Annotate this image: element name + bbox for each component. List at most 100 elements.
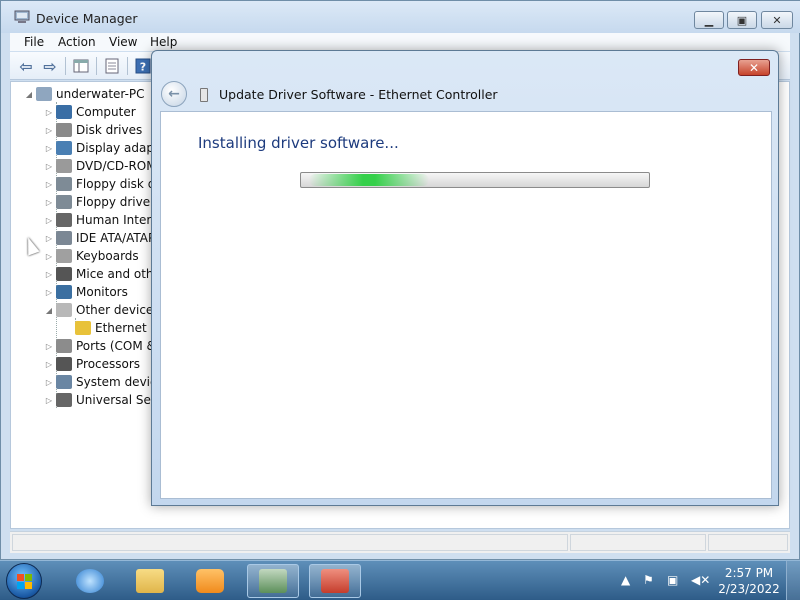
- svg-text:?: ?: [140, 61, 146, 74]
- show-hidden-icons-icon[interactable]: ▲: [621, 573, 630, 587]
- tree-item-label: Other devices: [76, 303, 160, 317]
- device-category-icon: [56, 213, 72, 227]
- close-icon: ✕: [748, 60, 760, 75]
- tree-item-label: IDE ATA/ATAP: [76, 231, 156, 245]
- dialog-title: Update Driver Software - Ethernet Contro…: [219, 87, 498, 102]
- tree-item[interactable]: ▷ Mice and othe: [44, 265, 161, 283]
- tree-item-label: Mice and othe: [76, 267, 161, 281]
- progress-indicator: [309, 174, 429, 186]
- internet-explorer-icon: [76, 569, 104, 593]
- device-manager-titlebar[interactable]: Device Manager ▁ ▣ ✕: [1, 1, 800, 33]
- back-arrow-icon[interactable]: ⇦: [16, 57, 36, 76]
- update-driver-task-button[interactable]: [309, 564, 361, 598]
- expand-icon[interactable]: ▷: [44, 342, 54, 351]
- toolbox-task-icon: [321, 569, 349, 593]
- status-cell: [12, 534, 568, 551]
- expand-icon[interactable]: ▷: [44, 288, 54, 297]
- tree-item[interactable]: ▷ Display adapte: [44, 139, 166, 157]
- tree-item[interactable]: ▷ Universal Seria: [44, 391, 167, 409]
- dialog-close-button[interactable]: ✕: [738, 59, 770, 76]
- device-category-icon: [56, 303, 72, 317]
- tree-item[interactable]: ▷ Floppy drive c: [44, 193, 161, 211]
- device-category-icon: [56, 393, 72, 407]
- tree-item[interactable]: ▷ Ports (COM &: [44, 337, 156, 355]
- menu-help[interactable]: Help: [150, 35, 177, 49]
- tree-item[interactable]: ▷ Processors: [44, 355, 140, 373]
- menu-view[interactable]: View: [109, 35, 137, 49]
- close-button[interactable]: ✕: [761, 11, 793, 29]
- expand-icon[interactable]: ▷: [44, 234, 54, 243]
- computer-icon: [36, 87, 52, 101]
- expand-icon[interactable]: ▷: [44, 216, 54, 225]
- tree-item-label: Ethernet C: [95, 321, 159, 335]
- toolbar-separator: [65, 57, 66, 75]
- expand-icon[interactable]: ▷: [44, 108, 54, 117]
- clock[interactable]: 2:57 PM 2/23/2022: [716, 565, 782, 597]
- collapse-icon[interactable]: ◢: [24, 90, 34, 99]
- expand-icon[interactable]: ▷: [44, 396, 54, 405]
- internet-explorer-button[interactable]: [64, 564, 116, 598]
- status-cell: [708, 534, 788, 551]
- tree-root[interactable]: ◢ underwater-PC: [24, 85, 145, 103]
- action-center-flag-icon[interactable]: ⚑: [643, 573, 654, 587]
- menu-action[interactable]: Action: [58, 35, 96, 49]
- back-button[interactable]: ←: [161, 81, 187, 107]
- device-category-icon: [56, 339, 72, 353]
- show-desktop-button[interactable]: [786, 561, 800, 600]
- tree-item[interactable]: ▷ DVD/CD-ROM: [44, 157, 157, 175]
- tree-item[interactable]: ▷ IDE ATA/ATAP: [44, 229, 155, 247]
- expand-icon[interactable]: ▷: [44, 252, 54, 261]
- tree-root-label: underwater-PC: [56, 87, 145, 101]
- device-category-icon: [56, 375, 72, 389]
- clock-time: 2:57 PM: [724, 566, 774, 580]
- status-cell: [570, 534, 706, 551]
- tree-item-label: Floppy drive c: [76, 195, 161, 209]
- media-player-button[interactable]: [184, 564, 236, 598]
- minimize-button[interactable]: ▁: [694, 11, 724, 29]
- tree-item-label: DVD/CD-ROM: [76, 159, 157, 173]
- expand-icon[interactable]: ▷: [44, 180, 54, 189]
- tree-item[interactable]: ▷ Disk drives: [44, 121, 142, 139]
- expand-icon[interactable]: ▷: [44, 126, 54, 135]
- toolbar-separator: [127, 57, 128, 75]
- help-icon[interactable]: ?: [133, 57, 153, 75]
- status-bar: [10, 531, 790, 553]
- device-category-icon: [56, 249, 72, 263]
- windows-logo-icon: [17, 582, 24, 589]
- menu-file[interactable]: File: [24, 35, 44, 49]
- tree-item[interactable]: ▷ Monitors: [44, 283, 128, 301]
- device-category-icon: [56, 267, 72, 281]
- tree-item[interactable]: ◢ Other devices: [44, 301, 160, 319]
- toolbar-separator: [96, 57, 97, 75]
- tree-item[interactable]: ▷ Computer: [44, 103, 136, 121]
- expand-icon[interactable]: ▷: [44, 378, 54, 387]
- tree-item[interactable]: ▷ Keyboards: [44, 247, 139, 265]
- expand-icon[interactable]: ▷: [44, 144, 54, 153]
- tree-item[interactable]: ▷ System device: [44, 373, 164, 391]
- show-hide-tree-icon[interactable]: [71, 57, 91, 75]
- tree-item[interactable]: Ethernet C: [63, 319, 159, 337]
- file-explorer-icon: [136, 569, 164, 593]
- expand-icon[interactable]: ▷: [44, 162, 54, 171]
- media-player-icon: [196, 569, 224, 593]
- tree-item[interactable]: ▷ Human Interfa: [44, 211, 163, 229]
- expand-icon[interactable]: ▷: [44, 360, 54, 369]
- network-icon[interactable]: ▣: [667, 573, 678, 587]
- tree-item-label: Human Interfa: [76, 213, 163, 227]
- device-category-icon: [56, 357, 72, 371]
- collapse-icon[interactable]: ◢: [44, 306, 54, 315]
- expand-icon[interactable]: ▷: [44, 198, 54, 207]
- tree-item-label: Disk drives: [76, 123, 143, 137]
- forward-arrow-icon[interactable]: ⇨: [40, 57, 60, 76]
- tree-item[interactable]: ▷ Floppy disk dr: [44, 175, 160, 193]
- progress-bar: [300, 172, 650, 188]
- volume-muted-icon[interactable]: ◀✕: [691, 573, 710, 587]
- start-button[interactable]: [6, 563, 42, 599]
- back-arrow-icon: ←: [168, 86, 180, 102]
- file-explorer-button[interactable]: [124, 564, 176, 598]
- clock-date: 2/23/2022: [718, 582, 780, 596]
- maximize-button[interactable]: ▣: [727, 11, 757, 29]
- device-manager-task-button[interactable]: [247, 564, 299, 598]
- properties-icon[interactable]: [102, 57, 122, 75]
- expand-icon[interactable]: ▷: [44, 270, 54, 279]
